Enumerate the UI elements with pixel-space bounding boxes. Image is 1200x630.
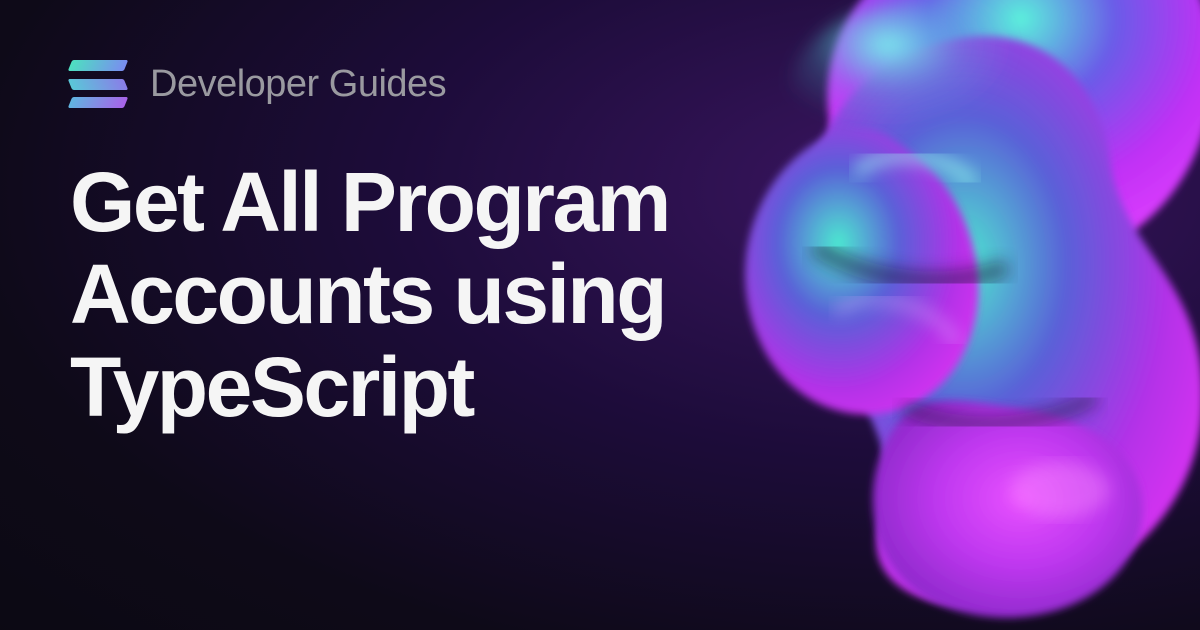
category-label: Developer Guides [150, 63, 446, 106]
header: Developer Guides [70, 60, 1130, 108]
content-area: Developer Guides Get All Program Account… [0, 0, 1200, 630]
page-title: Get All Program Accounts using TypeScrip… [70, 156, 890, 433]
solana-logo-icon [70, 60, 126, 108]
